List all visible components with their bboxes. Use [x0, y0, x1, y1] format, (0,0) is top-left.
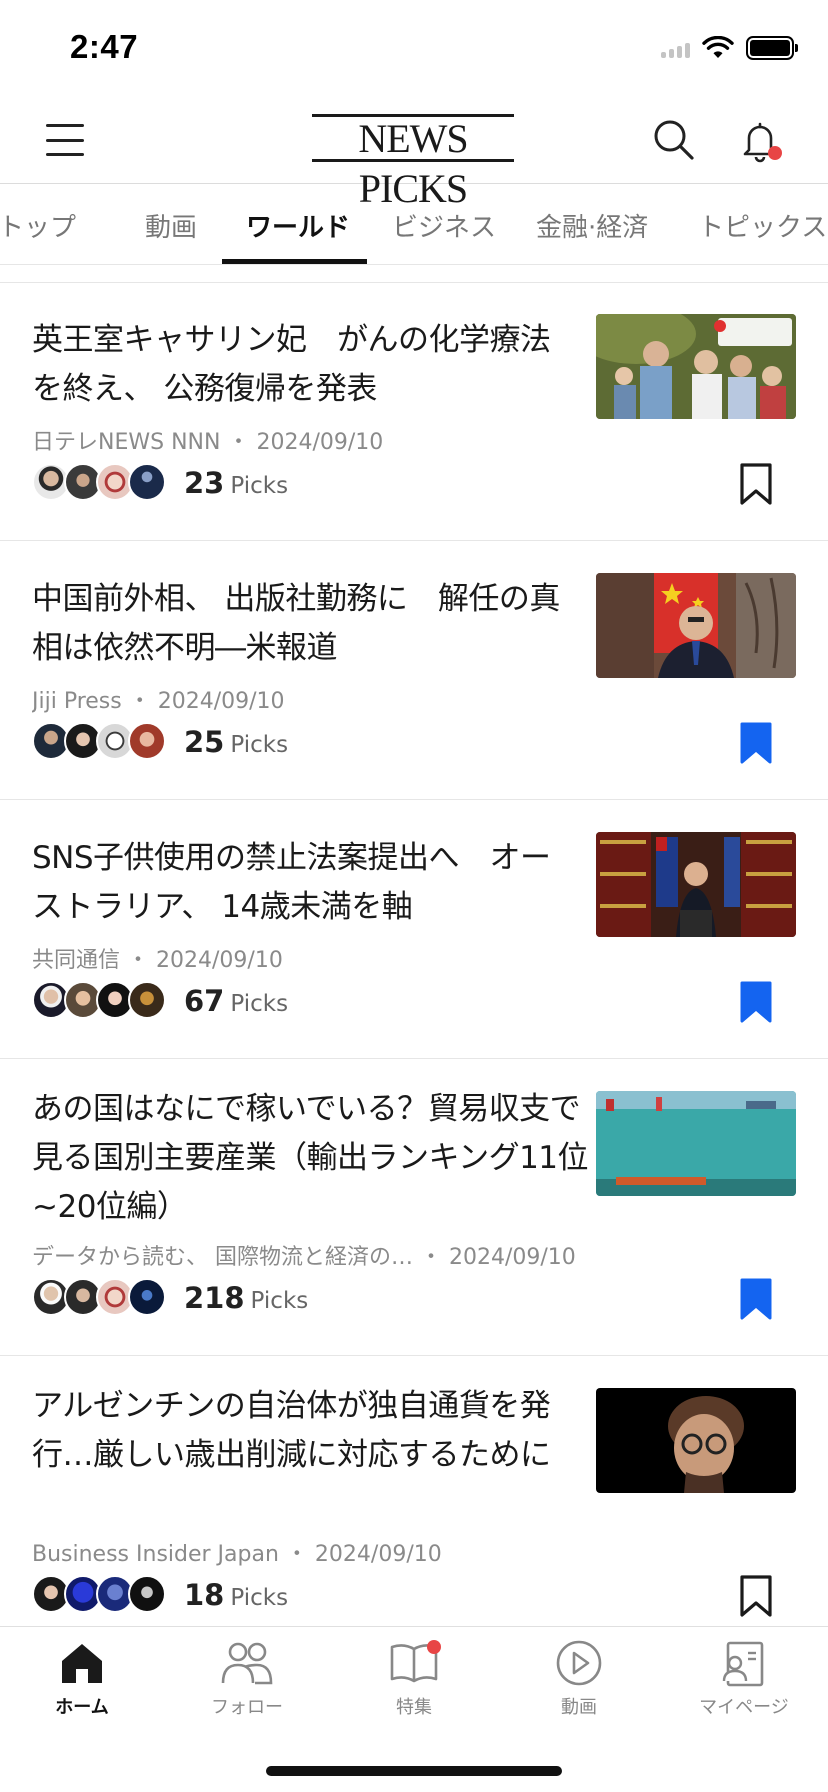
bookmark-filled-icon[interactable] [738, 1277, 774, 1321]
menu-icon[interactable] [46, 124, 84, 156]
article-meta: 日テレNEWS NNN ・ 2024/09/10 [32, 430, 384, 455]
app-header: NEWS PICKS [0, 96, 828, 211]
home-indicator[interactable] [266, 1766, 562, 1776]
article-title[interactable]: SNS子供使用の禁止法案提出へ オーストラリア、 14歳未満を軸 [32, 834, 578, 932]
nav-home[interactable]: ホーム [22, 1639, 142, 1719]
search-icon[interactable] [652, 118, 696, 162]
category-tabs: トップ 動画 ワールド ビジネス 金融·経済 トピックス [0, 185, 828, 265]
tab-world[interactable]: ワールド [246, 207, 350, 264]
article-card[interactable]: SNS子供使用の禁止法案提出へ オーストラリア、 14歳未満を軸 共同通信 ・ … [0, 800, 828, 1059]
wifi-icon [702, 36, 734, 58]
article-card[interactable]: 英王室キャサリン妃 がんの化学療法を終え、 公務復帰を発表 日テレNEWS NN… [0, 282, 828, 541]
picks-count[interactable]: 23 Picks [184, 466, 288, 500]
cellular-signal-icon [661, 38, 690, 58]
tab-top[interactable]: トップ [0, 207, 76, 264]
bookmark-filled-icon[interactable] [738, 721, 774, 765]
article-date: 2024/09/10 [314, 1542, 442, 1567]
follow-icon [221, 1642, 273, 1685]
nav-follow[interactable]: フォロー [187, 1639, 307, 1719]
article-title[interactable]: あの国はなにで稼いでいる？貿易収支で見る国別主要産業（輸出ランキング11位~20… [32, 1085, 592, 1232]
article-source: Jiji Press [32, 689, 122, 714]
article-source: 日テレNEWS NNN [32, 430, 221, 455]
bookmark-icon[interactable] [738, 1574, 774, 1618]
nav-label: マイページ [699, 1697, 789, 1718]
article-card[interactable]: あの国はなにで稼いでいる？貿易収支で見る国別主要産業（輸出ランキング11位~20… [0, 1059, 828, 1356]
article-date: 2024/09/10 [449, 1245, 576, 1270]
article-meta: Business Insider Japan ・ 2024/09/10 [32, 1542, 442, 1567]
article-thumbnail[interactable] [596, 573, 796, 678]
article-date: 2024/09/10 [157, 689, 285, 714]
nav-label: ホーム [55, 1697, 109, 1718]
avatar [128, 1575, 166, 1613]
article-date: 2024/09/10 [156, 948, 283, 973]
picker-avatars[interactable] [32, 1575, 166, 1613]
article-source: Business Insider Japan [32, 1542, 279, 1567]
picker-avatars[interactable] [32, 463, 166, 501]
status-time: 2:47 [70, 28, 139, 65]
article-date: 2024/09/10 [256, 430, 384, 455]
photo-image [596, 1091, 796, 1196]
avatar [128, 463, 166, 501]
play-icon [556, 1640, 602, 1686]
article-meta: データから読む、 国際物流と経済の… ・ 2024/09/10 [32, 1245, 576, 1270]
avatar [128, 1278, 166, 1316]
status-icons [661, 36, 798, 60]
nav-label: 特集 [396, 1697, 432, 1718]
notification-bell-icon[interactable] [740, 118, 784, 164]
picker-avatars[interactable] [32, 722, 166, 760]
picks-count[interactable]: 218 Picks [184, 1281, 308, 1315]
photo-image [596, 314, 796, 419]
article-thumbnail[interactable] [596, 314, 796, 419]
nav-label: フォロー [211, 1697, 283, 1718]
nav-video[interactable]: 動画 [519, 1639, 639, 1719]
tab-business[interactable]: ビジネス [392, 207, 496, 264]
article-meta: 共同通信 ・ 2024/09/10 [32, 948, 283, 973]
nav-mypage[interactable]: マイページ [684, 1639, 804, 1719]
article-meta: Jiji Press ・ 2024/09/10 [32, 689, 285, 714]
avatar [128, 722, 166, 760]
article-thumbnail[interactable] [596, 1388, 796, 1493]
article-title[interactable]: 中国前外相、 出版社勤務に 解任の真相は依然不明―米報道 [32, 575, 578, 673]
photo-image [596, 1388, 796, 1493]
picks-count[interactable]: 25 Picks [184, 725, 288, 759]
article-title[interactable]: アルゼンチンの自治体が独自通貨を発行…厳しい歳出削減に対応するために [32, 1382, 578, 1480]
article-source: データから読む、 国際物流と経済の… [32, 1245, 413, 1270]
avatar [128, 981, 166, 1019]
home-icon [62, 1644, 102, 1683]
article-title[interactable]: 英王室キャサリン妃 がんの化学療法を終え、 公務復帰を発表 [32, 316, 578, 414]
app-logo[interactable]: NEWS PICKS [312, 114, 514, 211]
article-thumbnail[interactable] [596, 832, 796, 937]
photo-image [596, 832, 796, 937]
nav-features[interactable]: 特集 [354, 1639, 474, 1719]
bookmark-icon[interactable] [738, 462, 774, 506]
picks-count[interactable]: 18 Picks [184, 1578, 288, 1612]
picker-avatars[interactable] [32, 981, 166, 1019]
profile-icon [722, 1641, 764, 1687]
tab-finance-economy[interactable]: 金融·経済 [536, 207, 648, 264]
picks-count[interactable]: 67 Picks [184, 984, 288, 1018]
photo-image [596, 573, 796, 678]
status-bar: 2:47 [0, 0, 828, 96]
screen: 2:47 NEWS PICKS トップ 動画 ワールド ビジネス 金融·経済 ト… [0, 0, 828, 1792]
tab-video[interactable]: 動画 [145, 207, 197, 264]
nav-label: 動画 [561, 1697, 597, 1718]
tab-topics[interactable]: トピックス [698, 207, 827, 264]
article-card[interactable]: 中国前外相、 出版社勤務に 解任の真相は依然不明―米報道 Jiji Press … [0, 541, 828, 800]
book-icon [390, 1640, 441, 1683]
battery-icon [746, 36, 798, 60]
article-card[interactable]: アルゼンチンの自治体が独自通貨を発行…厳しい歳出削減に対応するために Busin… [0, 1356, 828, 1646]
bookmark-filled-icon[interactable] [738, 980, 774, 1024]
picker-avatars[interactable] [32, 1278, 166, 1316]
article-thumbnail[interactable] [596, 1091, 796, 1196]
active-tab-indicator [222, 259, 367, 264]
article-source: 共同通信 [32, 948, 121, 973]
